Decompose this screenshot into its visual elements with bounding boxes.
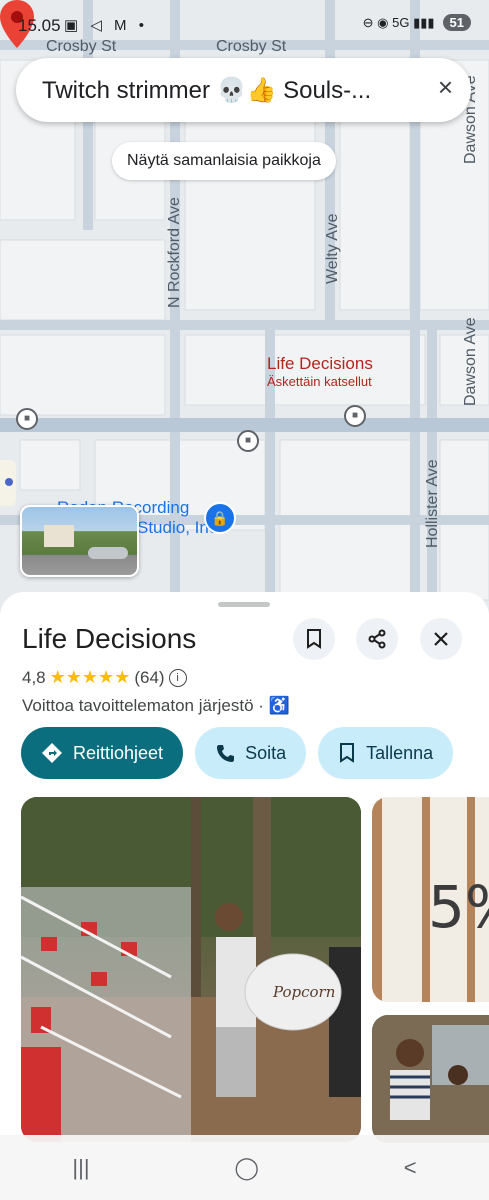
system-nav-bar: ||| ◯ < [0, 1135, 489, 1200]
system-icons: ⊖ ◉ 5G ▮▮▮ 51 [363, 14, 471, 31]
street-label-welty: Welty Ave [324, 213, 341, 284]
side-photo-2-scene [372, 1015, 489, 1143]
share-button[interactable] [356, 618, 398, 660]
phone-icon [217, 745, 235, 762]
bus-stop-icon[interactable]: ■ [237, 430, 259, 452]
back-icon[interactable]: < [404, 1155, 417, 1181]
street-label-hollister: Hollister Ave [424, 459, 441, 548]
category-text: Voittoa tavoittelematon järjestö · [22, 696, 264, 715]
directions-label: Reittiohjeet [73, 742, 164, 763]
close-sheet-button[interactable] [420, 618, 462, 660]
pin-subtitle: Äskettäin katsellut [267, 374, 372, 389]
info-icon[interactable]: i [168, 668, 187, 687]
rating-value: 4,8 [22, 667, 46, 687]
category-row: Voittoa tavoittelematon järjestö · ♿ [22, 696, 290, 716]
directions-button[interactable]: Reittiohjeet [21, 727, 184, 779]
street-label-dawson-2: Dawson Ave [462, 317, 479, 406]
street-label-rockford: N Rockford Ave [166, 197, 183, 308]
drag-handle[interactable] [218, 602, 270, 607]
save-button[interactable]: Tallenna [318, 727, 454, 779]
bookmark-icon [307, 629, 321, 649]
place-sheet[interactable]: Life Decisions 4,8 ★★★★★ (64) i Voittoa … [0, 592, 489, 1200]
accessibility-icon: ♿ [268, 696, 290, 715]
signal-icons: ⊖ ◉ 5G ▮▮▮ [362, 14, 435, 30]
status-time: 15.05 [18, 16, 61, 35]
sign-text: Popcorn [272, 983, 335, 1001]
search-query[interactable]: Twitch strimmer 💀👍 Souls-... [42, 76, 412, 105]
street-view-thumbnail[interactable] [20, 505, 139, 577]
close-icon[interactable]: × [438, 72, 453, 103]
bus-stop-icon[interactable]: ■ [344, 405, 366, 427]
call-button[interactable]: Soita [195, 727, 307, 779]
home-icon[interactable]: ◯ [234, 1155, 259, 1181]
notification-icons: ▣ ◁ M • [64, 17, 148, 34]
side-photo-2[interactable] [372, 1015, 489, 1143]
battery-icon: 51 [442, 14, 471, 31]
house-graphic [44, 525, 74, 547]
save-label: Tallenna [366, 742, 434, 763]
bus-stop-icon[interactable]: ■ [16, 408, 38, 430]
share-icon [368, 629, 386, 649]
status-bar: 15.05 ▣ ◁ M • ⊖ ◉ 5G ▮▮▮ 51 [0, 0, 489, 50]
close-icon [434, 632, 448, 646]
directions-icon [42, 743, 62, 763]
main-photo[interactable]: Popcorn [21, 797, 361, 1142]
search-bar[interactable]: Twitch strimmer 💀👍 Souls-... × [16, 58, 471, 122]
rating-row[interactable]: 4,8 ★★★★★ (64) i [22, 667, 187, 688]
similar-places-button[interactable]: Näytä samanlaisia paikkoja [112, 142, 336, 180]
bookmark-icon [340, 743, 355, 763]
action-chips: Reittiohjeet Soita Tallenna [21, 727, 454, 779]
pin-label[interactable]: Life Decisions Äskettäin katsellut [267, 354, 373, 389]
location-dot [0, 460, 16, 506]
review-count: (64) [134, 667, 165, 687]
shopping-bag-icon[interactable]: 🔒 [204, 502, 236, 534]
recent-apps-icon[interactable]: ||| [72, 1155, 89, 1181]
star-icons: ★★★★★ [49, 667, 131, 687]
bookmark-button[interactable] [293, 618, 335, 660]
side-sign-text: 5% [428, 873, 489, 941]
photo-scene: Popcorn [21, 797, 361, 1142]
place-title: Life Decisions [22, 623, 197, 654]
call-label: Soita [245, 742, 287, 763]
side-photo-scene: 5% [372, 797, 489, 1002]
car-graphic [88, 547, 128, 559]
side-photo-1[interactable]: 5% [372, 797, 489, 1002]
pin-title: Life Decisions [267, 354, 373, 373]
